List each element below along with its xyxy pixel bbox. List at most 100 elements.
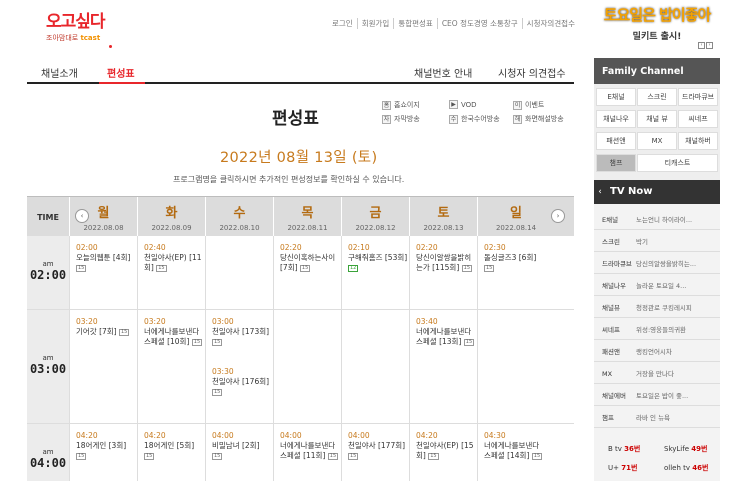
program-title[interactable]: 기어갓 [7회] [76,327,119,336]
family-channel-item[interactable]: MX [637,132,677,150]
program-title[interactable]: 천일야사(EP) [11회] [144,253,202,272]
tv-now-channel: 드라마큐브 [602,260,632,268]
program-time: 02:30 [484,243,506,252]
program-entry[interactable]: 04:00 천일야사 [177회] 15 [348,431,408,461]
tv-now-item[interactable]: 드라마큐브 당신의알쌍을밝히는... [594,254,720,274]
program-entry[interactable]: 02:00 오늘의웹툰 [4회] 15 [76,243,136,273]
schedule-cell [205,236,273,309]
banner-title: 토요일은 밥이좋아 [603,6,712,24]
family-channel-item[interactable]: 채널나우 [596,110,636,128]
day-header-tue[interactable]: 화 2022.08.09 [137,197,205,237]
carrier-numbers: B tv 36번 SkyLife 49번 U+ 71번 olleh tv 46번 [594,438,720,480]
program-entry[interactable]: 03:40 너에게나를보낸다스페셜 [13회] 15 [416,317,476,347]
program-time: 03:40 [416,317,438,326]
tv-now-item[interactable]: 씨네프 위성:영웅들의귀환 [594,320,720,340]
schedule-cell: 04:00 비밀남녀 [2회] 15 [205,424,273,481]
age-rating-icon: 15 [119,328,130,336]
prev-week-button[interactable]: ‹ [75,209,89,223]
logo[interactable]: 오고싶다 조아맘대로 tcast [46,7,106,45]
schedule-cell [273,310,341,423]
schedule-cell: 04:20 18어게인 [5회] 15 [137,424,205,481]
day-header-thu[interactable]: 목 2022.08.11 [273,197,341,237]
tv-now-program: 토요일은 밥이 좋... [636,392,689,400]
tv-now-item[interactable]: 채널나우 놀라운 토요일 4... [594,276,720,296]
program-entry[interactable]: 03:20 기어갓 [7회] 15 [76,317,136,337]
schedule-cell: 02:20 당신이혹하는사이 [7회] 15 [273,236,341,309]
program-entry[interactable]: 04:20 18어게인 [5회] 15 [144,431,204,461]
family-channel-item[interactable]: E채널 [596,88,636,106]
program-title[interactable]: 비밀남녀 [2회] [212,441,260,450]
program-entry[interactable]: 02:40 천일야사(EP) [11회] 15 [144,243,204,273]
program-entry[interactable]: 04:00 비밀남녀 [2회] 15 [212,431,272,461]
family-channel-item[interactable]: 스크린 [637,88,677,106]
tv-now-item[interactable]: 스크린 박기 [594,232,720,252]
current-date: 2022년 08월 13일 (토) [220,150,378,166]
legend-item: 자 자막방송 [382,114,420,124]
program-entry[interactable]: 02:10 구해줘홈즈 [53회] 12 [348,243,408,273]
promo-banner[interactable]: 토요일은 밥이좋아 밀키트 출시! ‹ › [594,0,720,52]
family-channel-panel: Family Channel E채널 스크린 드라마큐브 채널나우 채널 뷰 씨네프 패션앤… [594,58,720,180]
tv-now-channel: 패션앤 [602,348,620,356]
day-header-fri[interactable]: 금 2022.08.12 [341,197,409,237]
program-time: 02:40 [144,243,166,252]
nav-channel-intro[interactable]: 채널소개 [41,65,78,80]
family-channel-item[interactable]: 패션앤 [596,132,636,150]
program-title[interactable]: 천일야사 [177회] [348,441,405,450]
schedule-cell: 04:30 너에게나를보낸다스페셜 [14회] 15 [477,424,574,481]
program-entry[interactable]: 04:20 천일야사(EP) [15회] 15 [416,431,476,461]
program-time: 04:20 [416,431,438,440]
program-title[interactable]: 천일야사 [176회] [212,377,269,386]
tv-now-item[interactable]: 챔프 라바 인 뉴욕 [594,408,720,428]
program-entry[interactable]: 04:20 18어게인 [3회] 15 [76,431,136,461]
program-time: 03:30 [212,367,234,376]
age-rating-icon: 15 [484,264,495,272]
program-title[interactable]: 18어게인 [3회] [76,441,126,450]
family-channel-item[interactable]: 티캐스트 [637,154,718,172]
next-week-button[interactable]: › [551,209,565,223]
program-entry[interactable]: 02:30 돌싱글즈3 [6회] 15 [484,243,544,273]
nav-schedule[interactable]: 편성표 [107,65,135,80]
nav-channel-number[interactable]: 채널번호 안내 [414,65,472,80]
program-entry[interactable]: 04:30 너에게나를보낸다스페셜 [14회] 15 [484,431,544,461]
banner-prev-icon[interactable]: ‹ [698,42,705,49]
tv-now-item[interactable]: MX 거장을 만나다 [594,364,720,384]
program-entry[interactable]: 02:20 당신이알쌍을밝히는가 [115회] 15 [416,243,476,273]
program-title[interactable]: 오늘의웹툰 [4회] [76,253,130,262]
banner-next-icon[interactable]: › [706,42,713,49]
tv-now-prev-icon[interactable]: ‹ [594,187,606,197]
program-entry[interactable]: 02:20 당신이혹하는사이 [7회] 15 [280,243,340,273]
program-title[interactable]: 구해줘홈즈 [53회] [348,253,407,262]
schedule-cell: 02:00 오늘의웹툰 [4회] 15 [69,236,137,309]
family-channel-item[interactable]: 채널 뷰 [637,110,677,128]
nav-viewer-feedback[interactable]: 시청자 의견접수 [498,65,566,80]
age-rating-icon: 15 [76,452,87,460]
tv-now-item[interactable]: 채널에버 토요일은 밥이 좋... [594,386,720,406]
signup-link[interactable]: 회원가입 [356,18,394,29]
family-channel-item[interactable]: 드라마큐브 [678,88,718,106]
program-entry[interactable]: 03:20 너에게나를보낸다스페셜 [10회] 15 [144,317,204,347]
program-entry[interactable]: 03:30 천일야사 [176회] 15 [212,367,272,397]
program-entry[interactable]: 04:00 너에게나를보낸다스페셜 [11회] 15 [280,431,340,461]
family-channel-item[interactable]: 채널하버 [678,132,718,150]
family-channel-item[interactable]: 씨네프 [678,110,718,128]
schedule-cell: 04:00 너에게나를보낸다스페셜 [11회] 15 [273,424,341,481]
program-title[interactable]: 18어게인 [5회] [144,441,194,450]
integrated-schedule-link[interactable]: 통합편성표 [393,18,437,29]
event-icon: 이 [513,100,522,110]
tv-now-item[interactable]: 패션앤 랭킹언어시차 [594,342,720,362]
program-title[interactable]: 천일야사 [173회] [212,327,269,336]
program-title[interactable]: 천일야사(EP) [15회] [416,441,474,460]
age-rating-icon: 12 [348,264,359,272]
age-rating-icon: 15 [461,264,473,272]
tv-now-program: 놀라운 토요일 4... [636,282,687,290]
day-header-wed[interactable]: 수 2022.08.10 [205,197,273,237]
sidebar: 토요일은 밥이좋아 밀키트 출시! ‹ › Family Channel E채널… [594,0,720,481]
program-entry[interactable]: 03:00 천일야사 [173회] 15 [212,317,272,347]
tv-now-item[interactable]: 채널뷰 청정관로 쿠킹레시피 [594,298,720,318]
family-channel-item[interactable]: 챔프 [596,154,636,172]
login-link[interactable]: 로그인 [328,18,357,29]
program-title[interactable]: 돌싱글즈3 [6회] [484,253,536,262]
tv-now-item[interactable]: E채널 노는언니 하이라이... [594,210,720,230]
ceo-link[interactable]: CEO 정도경영 소통창구 [436,18,522,29]
viewer-feedback-link[interactable]: 시청자의견접수 [521,18,579,29]
